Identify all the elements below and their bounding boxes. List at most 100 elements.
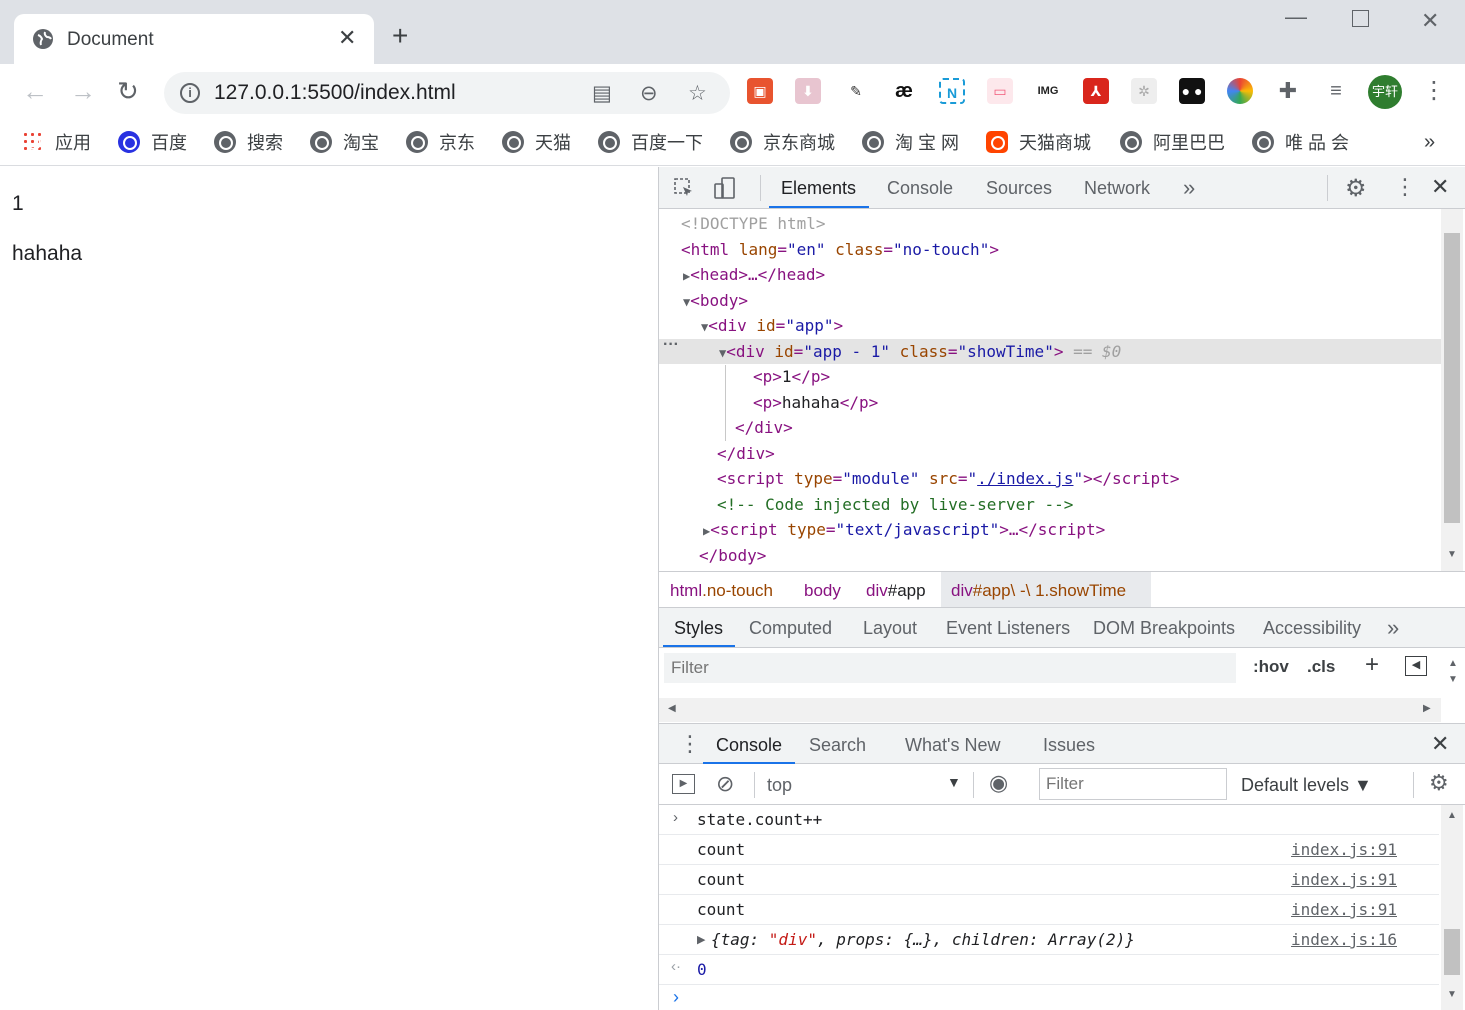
expand-triangle-icon[interactable]: ▶	[697, 933, 705, 946]
scroll-up-icon[interactable]: ▲	[1448, 658, 1458, 669]
node-actions-icon[interactable]: ···	[663, 336, 679, 354]
bookmarks-overflow-button[interactable]: »	[1424, 130, 1435, 154]
tab-sources[interactable]: Sources	[986, 178, 1052, 199]
script-js-node[interactable]: ▶<script type="text/javascript">…</scrip…	[703, 518, 1105, 542]
div-selected-node[interactable]: ▼<div id="app - 1" class="showTime"> == …	[719, 340, 1121, 364]
bookmark-item[interactable]: 搜索	[214, 130, 283, 154]
extension-tv-icon[interactable]: ▭	[987, 78, 1013, 104]
reload-icon[interactable]: ↻	[117, 76, 139, 106]
maximize-icon[interactable]	[1352, 10, 1369, 27]
extension-gear-icon[interactable]: ✲	[1131, 78, 1157, 104]
avatar[interactable]: 宇轩	[1368, 75, 1402, 109]
bookmark-item[interactable]: 百度	[118, 130, 187, 154]
devtools-menu-icon[interactable]: ⋮	[1394, 174, 1416, 200]
bookmark-item[interactable]: 百度一下	[598, 130, 703, 154]
bookmark-item[interactable]: 唯 品 会	[1252, 130, 1349, 154]
tab-dom-breakpoints[interactable]: DOM Breakpoints	[1093, 618, 1235, 639]
scrollbar-thumb[interactable]	[1444, 233, 1460, 523]
script-module-node[interactable]: <script type="module" src="./index.js"><…	[717, 467, 1179, 491]
extension-ring-icon[interactable]	[1227, 78, 1253, 104]
styles-horizontal-scrollbar[interactable]: ◀ ▶	[659, 698, 1441, 722]
tab-layout[interactable]: Layout	[863, 618, 917, 639]
div-close-inner[interactable]: </div>	[735, 416, 793, 440]
new-rule-icon[interactable]: +	[1365, 651, 1379, 679]
drawer-tab-issues[interactable]: Issues	[1043, 735, 1095, 756]
console-prompt-line[interactable]: ›	[659, 985, 1441, 1010]
tab-accessibility[interactable]: Accessibility	[1263, 618, 1361, 639]
drawer-tab-console[interactable]: Console	[716, 735, 782, 756]
browser-menu-icon[interactable]: ⋮	[1422, 76, 1446, 105]
toggle-sidebar-icon[interactable]: ◀	[1405, 656, 1427, 676]
chevron-down-icon[interactable]: ▼	[947, 774, 961, 790]
extension-cube-icon[interactable]: ▣	[747, 78, 773, 104]
scroll-up-icon[interactable]: ▲	[1447, 810, 1457, 821]
extension-img-icon[interactable]: IMG	[1035, 78, 1061, 104]
styles-filter-input[interactable]	[664, 653, 1236, 683]
show-sidebar-icon[interactable]: ▶	[672, 774, 695, 794]
comment-node[interactable]: <!-- Code injected by live-server -->	[717, 493, 1073, 517]
log-source-link[interactable]: index.js:91	[1291, 870, 1397, 889]
bookmark-item[interactable]: 应用	[22, 130, 91, 154]
div-close-outer[interactable]: </div>	[717, 442, 775, 466]
scroll-left-icon[interactable]: ◀	[668, 703, 676, 714]
close-devtools-icon[interactable]: ✕	[1431, 174, 1449, 200]
clear-console-icon[interactable]: ⊘	[716, 771, 734, 797]
extension-n-icon[interactable]: N	[939, 78, 965, 104]
bookmark-item[interactable]: 京东商城	[730, 130, 835, 154]
scroll-down-icon[interactable]: ▼	[1447, 989, 1457, 1000]
window-close-icon[interactable]: ✕	[1421, 8, 1439, 34]
scroll-down-icon[interactable]: ▼	[1447, 549, 1457, 560]
scroll-down-icon[interactable]: ▼	[1448, 674, 1458, 685]
scroll-right-icon[interactable]: ▶	[1423, 703, 1431, 714]
back-icon[interactable]: ←	[22, 76, 48, 106]
extensions-puzzle-icon[interactable]: ✚	[1275, 78, 1301, 104]
close-drawer-icon[interactable]: ✕	[1431, 731, 1449, 757]
body-close-node[interactable]: </body>	[699, 544, 766, 568]
bookmark-item[interactable]: 淘 宝 网	[862, 130, 959, 154]
tab-styles[interactable]: Styles	[674, 618, 723, 639]
extension-cat-icon[interactable]: ✎	[843, 78, 869, 104]
context-select[interactable]: top	[767, 775, 792, 796]
bookmark-item[interactable]: 京东	[406, 130, 475, 154]
media-queue-icon[interactable]: ≡	[1323, 78, 1349, 104]
html-node[interactable]: <html lang="en" class="no-touch">	[681, 238, 999, 262]
extension-ae-icon[interactable]: æ	[891, 78, 917, 104]
drawer-tab-whats-new[interactable]: What's New	[905, 735, 1000, 756]
bookmark-item[interactable]: 天猫商城	[986, 130, 1091, 154]
breadcrumb-div-app[interactable]: div#app	[866, 581, 926, 601]
minimize-icon[interactable]: —	[1285, 4, 1307, 30]
log-source-link[interactable]: index.js:16	[1291, 930, 1397, 949]
drawer-tab-search[interactable]: Search	[809, 735, 866, 756]
more-tabs-icon[interactable]: »	[1387, 615, 1399, 641]
scrollbar-thumb[interactable]	[1444, 929, 1460, 975]
doctype-node[interactable]: <!DOCTYPE html>	[681, 212, 826, 236]
head-node[interactable]: ▶<head>…</head>	[683, 263, 825, 287]
console-scrollbar[interactable]: ▲ ▼	[1441, 805, 1463, 1010]
bookmark-item[interactable]: 阿里巴巴	[1120, 130, 1225, 154]
tab-computed[interactable]: Computed	[749, 618, 832, 639]
settings-gear-icon[interactable]: ⚙	[1345, 174, 1367, 203]
address-bar[interactable]: i 127.0.0.1:5500/index.html ▤ ⊖ ☆	[164, 72, 730, 114]
breadcrumb-html[interactable]: html.no-touch	[670, 581, 773, 601]
breadcrumb-body[interactable]: body	[804, 581, 841, 601]
tab-console[interactable]: Console	[887, 178, 953, 199]
tab-network[interactable]: Network	[1084, 178, 1150, 199]
live-expression-eye-icon[interactable]: ◉	[989, 770, 1008, 796]
default-levels-dropdown[interactable]: Default levels ▼	[1241, 775, 1372, 796]
translate-icon[interactable]: ▤	[592, 81, 612, 106]
forward-icon[interactable]: →	[70, 76, 96, 106]
new-tab-button[interactable]: +	[392, 22, 408, 50]
url-text[interactable]: 127.0.0.1:5500/index.html	[214, 81, 456, 105]
log-source-link[interactable]: index.js:91	[1291, 900, 1397, 919]
breadcrumb-div-selected[interactable]: div#app\ -\ 1.showTime	[951, 581, 1126, 601]
device-toolbar-icon[interactable]	[713, 176, 737, 200]
elements-scrollbar[interactable]: ▼	[1441, 209, 1463, 571]
browser-tab[interactable]: Document ✕	[14, 14, 374, 64]
console-settings-gear-icon[interactable]: ⚙	[1429, 770, 1449, 796]
bookmark-star-icon[interactable]: ☆	[688, 81, 707, 106]
log-source-link[interactable]: index.js:91	[1291, 840, 1397, 859]
bookmark-item[interactable]: 天猫	[502, 130, 571, 154]
extension-pdf-icon[interactable]: ⅄	[1083, 78, 1109, 104]
script-src-link[interactable]: ./index.js	[977, 469, 1073, 488]
div-app-node[interactable]: ▼<div id="app">	[701, 314, 843, 338]
